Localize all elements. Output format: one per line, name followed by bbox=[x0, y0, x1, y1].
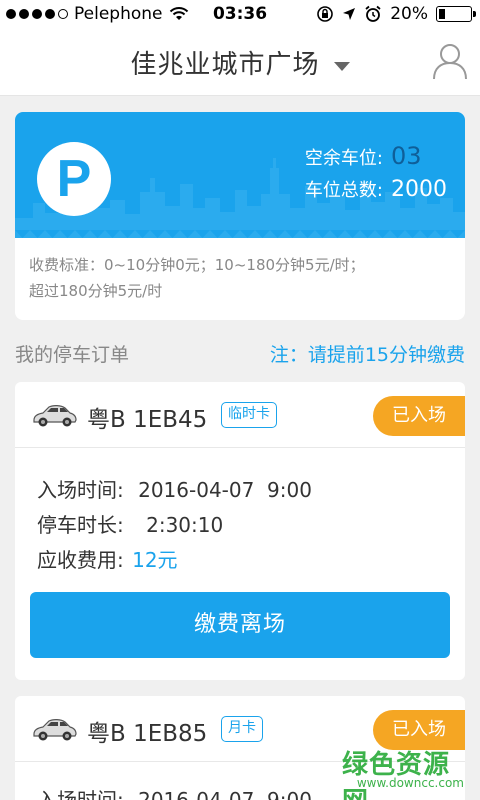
battery-percent: 20% bbox=[390, 4, 428, 24]
total-spaces-label: 车位总数: bbox=[304, 180, 383, 201]
dropdown-caret-icon[interactable] bbox=[333, 62, 350, 71]
available-spaces-value: 03 bbox=[391, 142, 422, 170]
entry-time-label: 入场时间: bbox=[37, 788, 124, 800]
entry-time-row: 入场时间: 2016-04-07 9:00 bbox=[37, 474, 312, 503]
status-badge: 已入场 bbox=[373, 396, 465, 436]
duration-value: 2:30:10 bbox=[146, 513, 224, 537]
header: 佳兆业城市广场 bbox=[0, 30, 480, 96]
page-title: 佳兆业城市广场 bbox=[130, 50, 320, 80]
entry-time-row: 入场时间: 2016-04-07 9:00 bbox=[37, 784, 312, 800]
parking-icon: P bbox=[37, 142, 111, 216]
orders-section-title: 我的停车订单 bbox=[15, 344, 130, 366]
orientation-lock-icon bbox=[317, 6, 334, 22]
total-spaces: 车位总数: 2000 bbox=[305, 176, 449, 202]
pay-and-leave-button[interactable]: 缴费离场 bbox=[30, 592, 450, 658]
parking-order-card[interactable]: 粤B 1EB45 临时卡 已入场 入场时间: 2016-04-07 9:00 停… bbox=[15, 382, 465, 680]
duration-label: 停车时长: bbox=[37, 513, 124, 537]
license-plate: 粤B 1EB85 bbox=[87, 721, 208, 747]
available-spaces: 空余车位: 03 bbox=[305, 142, 449, 170]
license-plate: 粤B 1EB45 bbox=[87, 407, 208, 433]
user-icon[interactable] bbox=[432, 42, 468, 80]
parking-lot-banner: P 空余车位: 03 车位总数: 2000 bbox=[15, 112, 465, 238]
total-spaces-value: 2000 bbox=[391, 177, 447, 202]
watermark-url: www.downcc.com bbox=[356, 776, 464, 790]
payment-reminder: 注：请提前15分钟缴费 bbox=[269, 344, 465, 366]
card-type-badge: 临时卡 bbox=[221, 402, 277, 428]
fee-row: 应收费用: 12元 bbox=[37, 544, 178, 573]
duration-row: 停车时长: 2:30:10 bbox=[37, 509, 223, 538]
status-right: 20% bbox=[316, 4, 476, 24]
orders-section-header: 我的停车订单 注：请提前15分钟缴费 bbox=[15, 338, 465, 368]
fee-standard: 收费标准：0~10分钟0元；10~180分钟5元/时； 超过180分钟5元/时 bbox=[29, 252, 449, 304]
available-spaces-label: 空余车位: bbox=[304, 148, 383, 169]
entry-time-value: 2016-04-07 9:00 bbox=[138, 478, 312, 502]
location-arrow-icon bbox=[343, 8, 356, 20]
fee-value: 12元 bbox=[132, 548, 178, 572]
card-type-badge: 月卡 bbox=[221, 716, 263, 742]
entry-time-label: 入场时间: bbox=[37, 478, 124, 502]
location-selector[interactable]: 佳兆业城市广场 bbox=[0, 44, 480, 81]
ticket-edge bbox=[15, 230, 465, 238]
car-icon bbox=[33, 405, 77, 427]
order-header: 粤B 1EB45 临时卡 已入场 bbox=[15, 382, 465, 448]
alarm-icon bbox=[365, 5, 381, 22]
entry-time-value: 2016-04-07 9:00 bbox=[138, 788, 312, 800]
watermark: 绿色资源网 www.downcc.com bbox=[342, 744, 470, 800]
fee-standard-line1: 收费标准：0~10分钟0元；10~180分钟5元/时； bbox=[29, 256, 365, 274]
watermark-name: 绿色资源网 bbox=[342, 750, 451, 800]
fee-label: 应收费用: bbox=[37, 548, 124, 572]
battery-icon bbox=[436, 6, 476, 22]
car-icon bbox=[33, 719, 77, 741]
status-bar: Pelephone 03:36 20% bbox=[0, 0, 480, 30]
fee-standard-line2: 超过180分钟5元/时 bbox=[29, 282, 163, 300]
parking-lot-card: P 空余车位: 03 车位总数: 2000 收费标准：0~10分钟0元；10~1… bbox=[15, 112, 465, 320]
